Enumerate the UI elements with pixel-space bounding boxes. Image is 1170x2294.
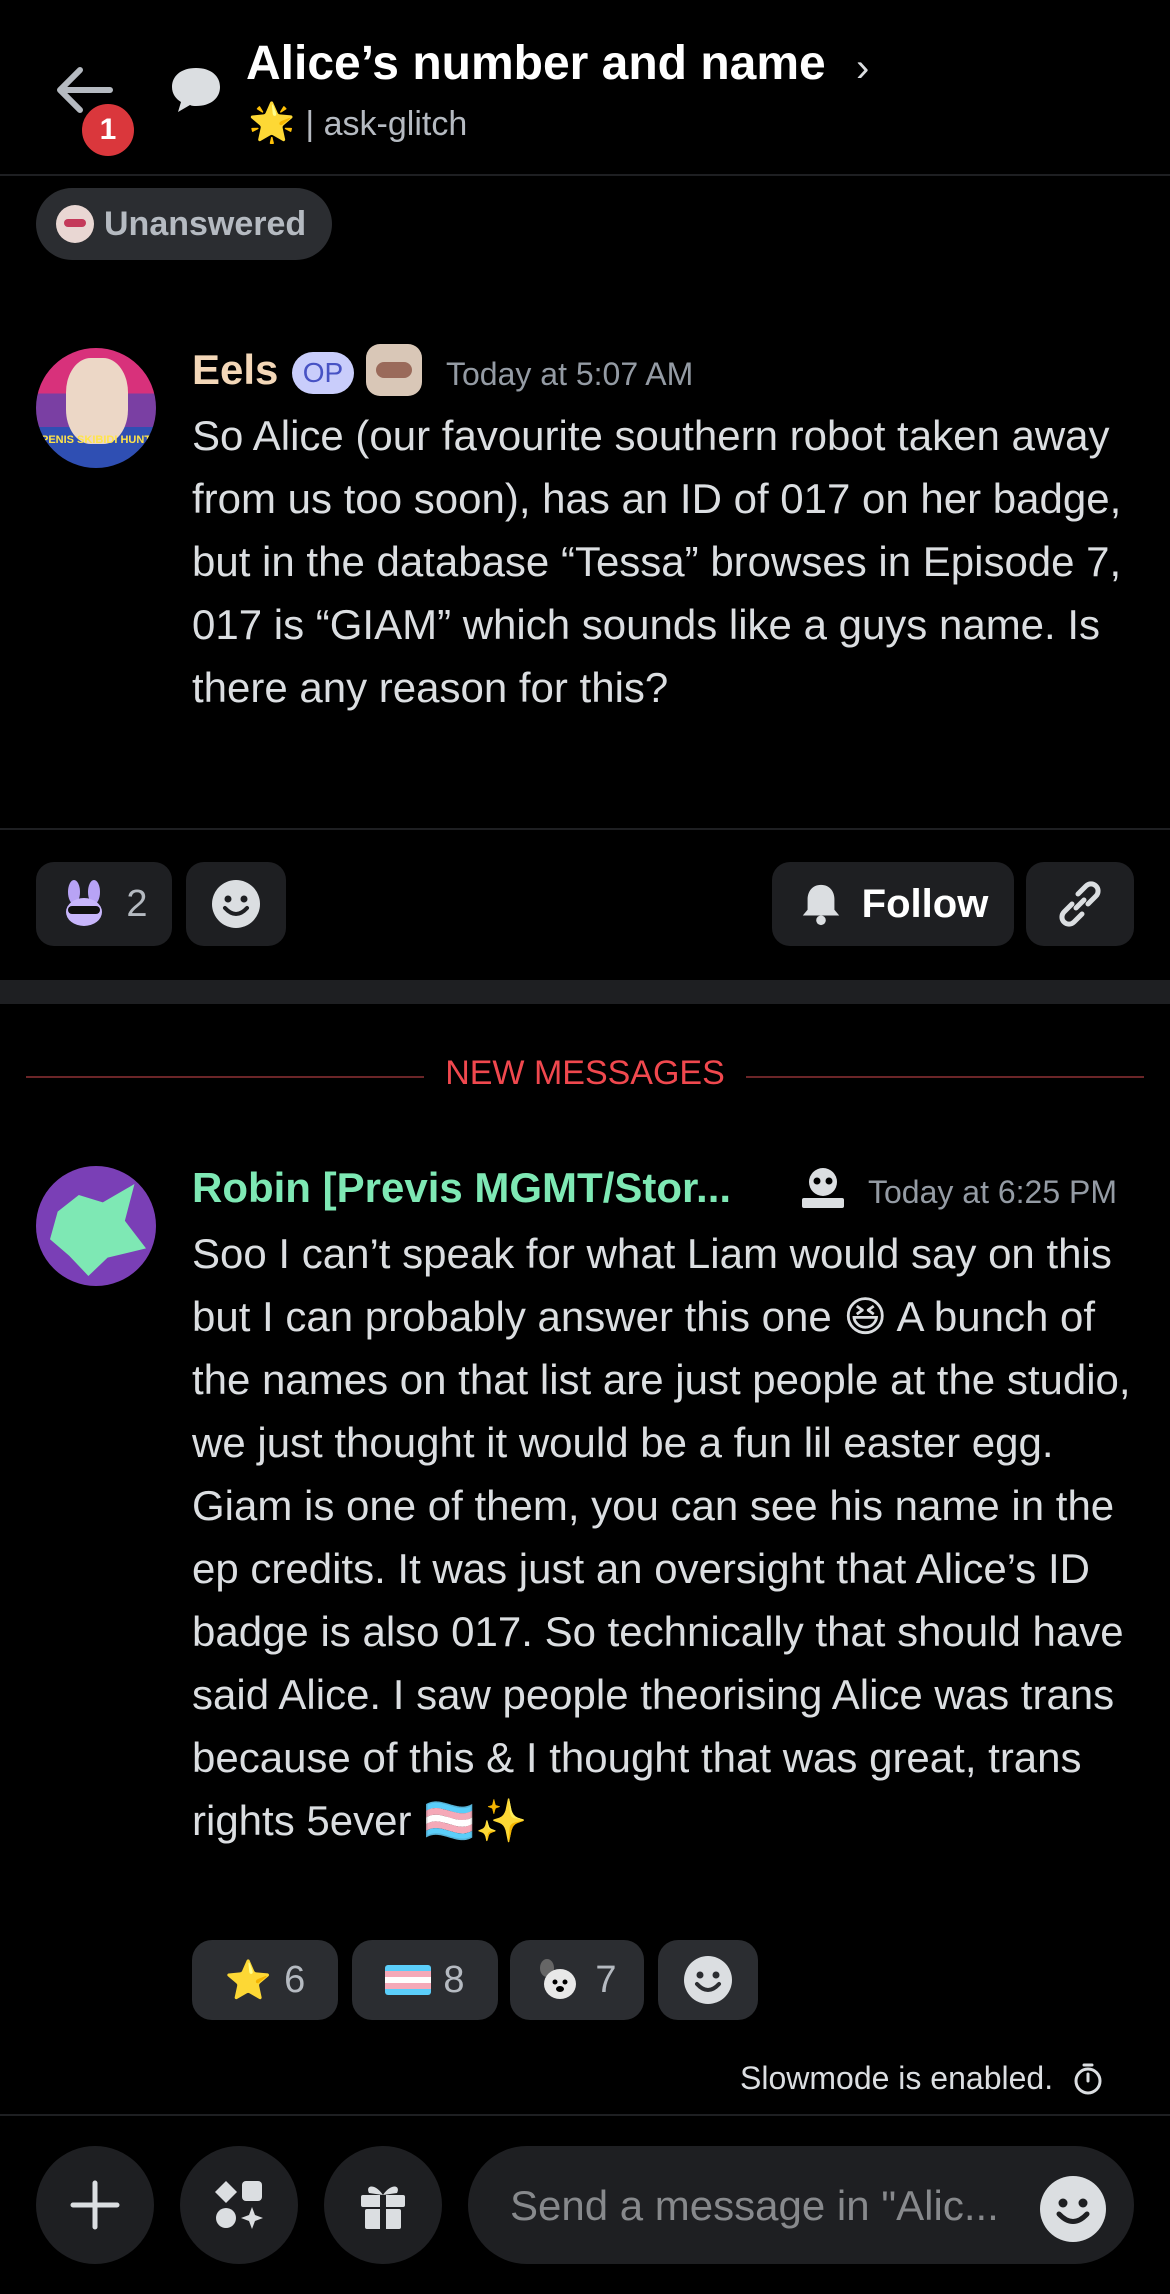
bunny-sunglasses-icon xyxy=(66,880,103,926)
add-reaction-button[interactable] xyxy=(658,1940,758,2020)
reaction-button[interactable]: 2 xyxy=(36,862,172,946)
message-timestamp: Today at 6:25 PM xyxy=(868,1174,1118,1210)
link-icon xyxy=(1059,881,1101,927)
author-name[interactable]: Eels xyxy=(192,346,278,394)
tag-label: Unanswered xyxy=(104,204,307,243)
dog-icon xyxy=(540,1959,577,1999)
timer-icon xyxy=(1074,2063,1102,2094)
message-content: Soo I can’t speak for what Liam would sa… xyxy=(192,1230,1131,1844)
avatar-caption: PENIS SKIBIDI HUNT xyxy=(40,434,151,446)
star-icon: ⭐ xyxy=(224,1957,273,2002)
reaction-trans-flag[interactable]: 8 xyxy=(352,1940,498,2020)
reaction-custom-dog[interactable]: 7 xyxy=(510,1940,644,2020)
thread-title[interactable]: Alice’s number and name xyxy=(246,36,826,91)
message-timestamp: Today at 5:07 AM xyxy=(446,356,694,392)
star-icon: 🌟 xyxy=(248,100,296,144)
attach-button[interactable] xyxy=(36,2146,154,2264)
op-badge: OP xyxy=(292,352,354,394)
trans-flag-icon xyxy=(385,1965,432,1995)
gift-icon xyxy=(361,2186,405,2229)
add-reaction-button[interactable] xyxy=(186,862,286,946)
copy-link-button[interactable] xyxy=(1026,862,1134,946)
follow-label: Follow xyxy=(861,881,989,926)
message-content: So Alice (our favourite southern robot t… xyxy=(192,412,1122,711)
reaction-count: 6 xyxy=(284,1958,306,2001)
glitch-role-icon xyxy=(798,1164,848,1210)
role-icon xyxy=(366,344,422,396)
new-messages-line xyxy=(746,1076,1144,1078)
composer-divider xyxy=(0,2114,1170,2116)
apps-button[interactable] xyxy=(180,2146,298,2264)
channel-separator: | xyxy=(305,105,315,143)
reaction-count: 7 xyxy=(595,1958,617,2001)
avatar[interactable]: PENIS SKIBIDI HUNT xyxy=(36,348,156,468)
slowmode-text: Slowmode is enabled. xyxy=(740,2060,1054,2096)
tag-emoji-icon xyxy=(56,205,94,243)
smiley-icon xyxy=(212,880,260,928)
forum-tag[interactable]: Unanswered xyxy=(36,188,333,260)
reaction-star[interactable]: ⭐ 6 xyxy=(192,1940,338,2020)
author-name[interactable]: Robin [Previs MGMT/Stor... xyxy=(192,1164,731,1212)
channel-subtitle[interactable]: 🌟 | ask-glitch xyxy=(248,100,467,145)
chevron-right-icon[interactable]: › xyxy=(856,46,869,91)
thread-icon xyxy=(168,64,224,114)
message-composer[interactable] xyxy=(468,2146,1134,2266)
section-separator xyxy=(0,980,1170,1004)
unread-badge: 1 xyxy=(78,100,138,160)
avatar[interactable] xyxy=(36,1166,156,1286)
smiley-icon xyxy=(684,1956,732,2004)
emoji-picker-button[interactable] xyxy=(1040,2176,1106,2242)
reaction-count: 8 xyxy=(443,1958,465,2001)
smiley-icon xyxy=(1056,2198,1090,2224)
apps-icon xyxy=(215,2181,263,2229)
new-messages-line xyxy=(26,1076,424,1078)
bell-icon xyxy=(802,884,839,926)
follow-button[interactable]: Follow xyxy=(772,862,1014,946)
new-messages-label: NEW MESSAGES xyxy=(445,1054,725,1092)
gift-button[interactable] xyxy=(324,2146,442,2264)
plus-icon xyxy=(70,2180,120,2230)
divider xyxy=(0,828,1170,830)
message-input[interactable] xyxy=(508,2146,1032,2266)
reaction-count: 2 xyxy=(126,882,148,925)
channel-name: ask-glitch xyxy=(323,105,468,143)
slowmode-notice: Slowmode is enabled. xyxy=(740,2060,1105,2097)
